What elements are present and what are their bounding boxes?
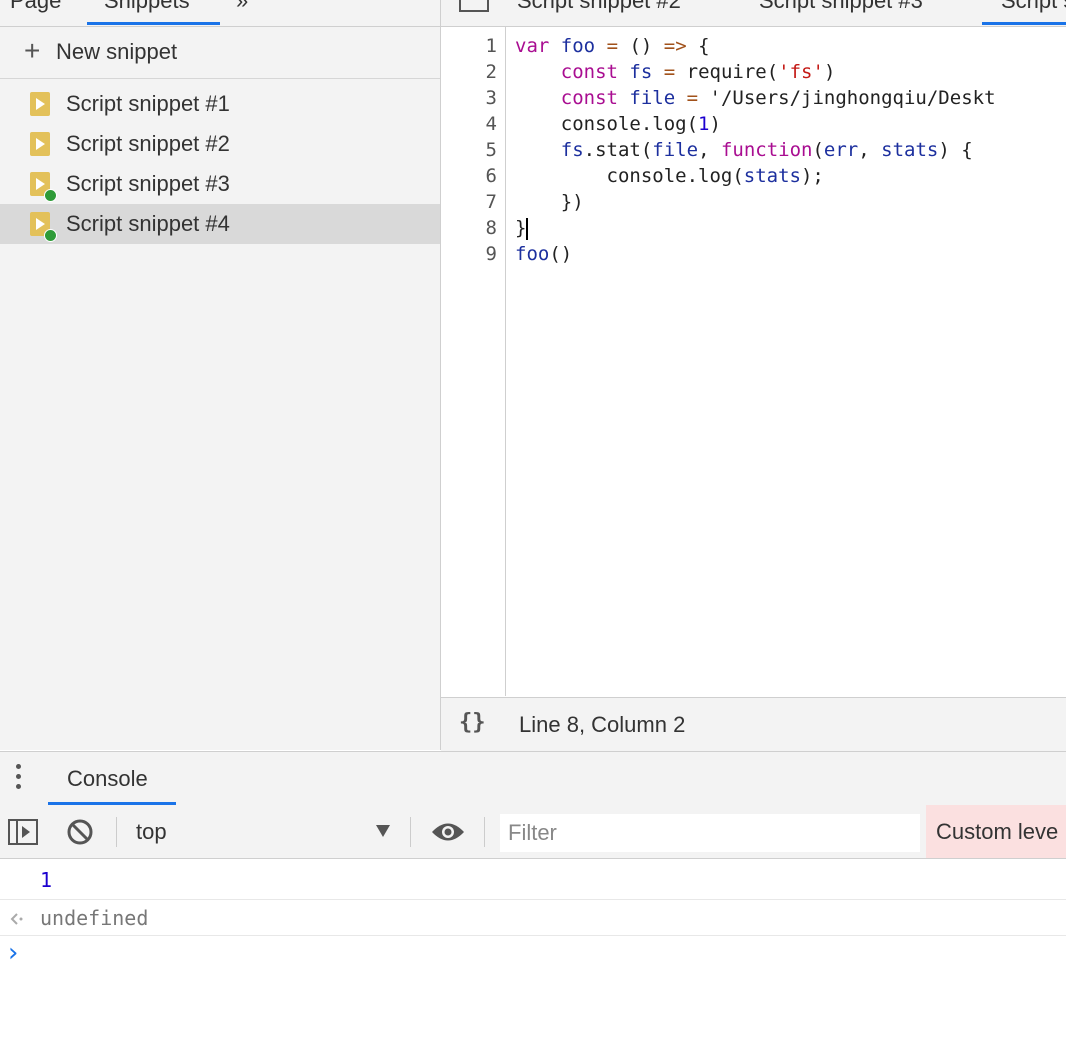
line-number: 1 bbox=[485, 35, 497, 57]
result-arrow-icon bbox=[10, 913, 23, 925]
editor-status-bar: {} Line 8, Column 2 bbox=[441, 697, 1066, 751]
live-expression-eye-icon[interactable] bbox=[430, 821, 466, 843]
drawer-tabbar: Console bbox=[0, 751, 1066, 806]
code-editor[interactable]: 1 2 3 4 5 6 7 8 9 var foo = () => { cons… bbox=[441, 27, 1066, 696]
console-output[interactable]: 1 undefined › bbox=[0, 859, 1066, 1054]
snippet-file-icon bbox=[30, 92, 50, 116]
line-number: 2 bbox=[485, 61, 497, 83]
line-number-gutter: 1 2 3 4 5 6 7 8 9 bbox=[441, 27, 506, 696]
toolbar-divider bbox=[116, 817, 117, 847]
log-levels-label: Custom leve bbox=[936, 819, 1059, 844]
snippet-item-4[interactable]: Script snippet #4 bbox=[0, 204, 440, 244]
code-line[interactable]: console.log(1) bbox=[515, 113, 721, 135]
line-number: 8 bbox=[485, 217, 497, 239]
tab-console[interactable]: Console bbox=[67, 766, 148, 792]
code-line[interactable]: console.log(stats); bbox=[515, 165, 824, 187]
toolbar-divider bbox=[410, 817, 411, 847]
line-number: 9 bbox=[485, 243, 497, 265]
line-number: 6 bbox=[485, 165, 497, 187]
text-cursor bbox=[526, 217, 529, 240]
line-number: 5 bbox=[485, 139, 497, 161]
new-snippet-button[interactable]: + New snippet bbox=[0, 27, 440, 79]
modified-status-dot-icon bbox=[44, 229, 57, 242]
snippet-label: Script snippet #1 bbox=[66, 91, 230, 116]
more-tabs-chevron-icon[interactable]: » bbox=[236, 0, 248, 14]
clear-console-icon[interactable] bbox=[66, 818, 94, 846]
console-message-log: 1 bbox=[0, 859, 1066, 900]
code-line[interactable]: fs.stat(file, function(err, stats) { bbox=[515, 139, 973, 161]
toggle-navigator-icon[interactable] bbox=[459, 0, 489, 12]
line-number: 3 bbox=[485, 87, 497, 109]
code-line[interactable]: }) bbox=[515, 191, 584, 213]
line-number: 4 bbox=[485, 113, 497, 135]
dropdown-arrow-icon[interactable] bbox=[376, 825, 390, 837]
editor-tab-snippet-3[interactable]: Script snippet #3 bbox=[759, 0, 923, 14]
console-message-text: undefined bbox=[40, 906, 149, 930]
code-line[interactable]: var foo = () => { bbox=[515, 35, 710, 57]
code-line[interactable]: } bbox=[515, 217, 529, 240]
snippet-label: Script snippet #3 bbox=[66, 171, 230, 196]
console-message-text: 1 bbox=[40, 868, 53, 892]
plus-icon: + bbox=[24, 35, 41, 66]
console-prompt[interactable]: › bbox=[0, 936, 1066, 976]
editor-tab-snippet-2[interactable]: Script snippet #2 bbox=[517, 0, 681, 14]
snippets-navigator: Page Snippets » + New snippet Script sni… bbox=[0, 0, 441, 750]
prompt-chevron-icon: › bbox=[8, 938, 19, 968]
snippet-label: Script snippet #2 bbox=[66, 131, 230, 156]
editor-tabbar: Script snippet #2 Script snippet #3 Scri… bbox=[441, 0, 1066, 27]
snippet-item-1[interactable]: Script snippet #1 bbox=[0, 84, 440, 124]
log-levels-dropdown[interactable]: Custom leve bbox=[926, 805, 1066, 858]
drawer-menu-kebab-icon[interactable] bbox=[16, 764, 22, 794]
code-line[interactable]: foo() bbox=[515, 243, 572, 265]
snippet-item-3[interactable]: Script snippet #3 bbox=[0, 164, 440, 204]
execution-context-select[interactable]: top bbox=[136, 819, 167, 845]
tab-page[interactable]: Page bbox=[10, 0, 61, 14]
tab-snippets[interactable]: Snippets bbox=[104, 0, 190, 14]
snippet-label: Script snippet #4 bbox=[66, 211, 230, 236]
console-message-result: undefined bbox=[0, 900, 1066, 936]
line-number: 7 bbox=[485, 191, 497, 213]
console-filter-input[interactable] bbox=[500, 814, 920, 852]
editor-tab-snippet-4[interactable]: Script snippet #4 bbox=[1001, 0, 1066, 14]
pretty-print-braces-icon[interactable]: {} bbox=[459, 710, 486, 735]
toolbar-divider bbox=[484, 817, 485, 847]
code-line[interactable]: const fs = require('fs') bbox=[515, 61, 836, 83]
snippet-file-icon bbox=[30, 212, 57, 242]
snippet-file-icon bbox=[30, 132, 50, 156]
active-editor-tab-indicator bbox=[982, 22, 1066, 25]
snippet-file-icon bbox=[30, 172, 57, 202]
modified-status-dot-icon bbox=[44, 189, 57, 202]
navigator-tabbar: Page Snippets » bbox=[0, 0, 440, 27]
snippet-item-2[interactable]: Script snippet #2 bbox=[0, 124, 440, 164]
new-snippet-label: New snippet bbox=[56, 39, 178, 64]
show-sidebar-icon[interactable] bbox=[8, 819, 38, 845]
console-toolbar: top Custom leve bbox=[0, 805, 1066, 859]
cursor-position: Line 8, Column 2 bbox=[519, 712, 686, 737]
code-line[interactable]: const file = '/Users/jinghongqiu/Deskt bbox=[515, 87, 996, 109]
active-tab-indicator bbox=[87, 22, 220, 25]
